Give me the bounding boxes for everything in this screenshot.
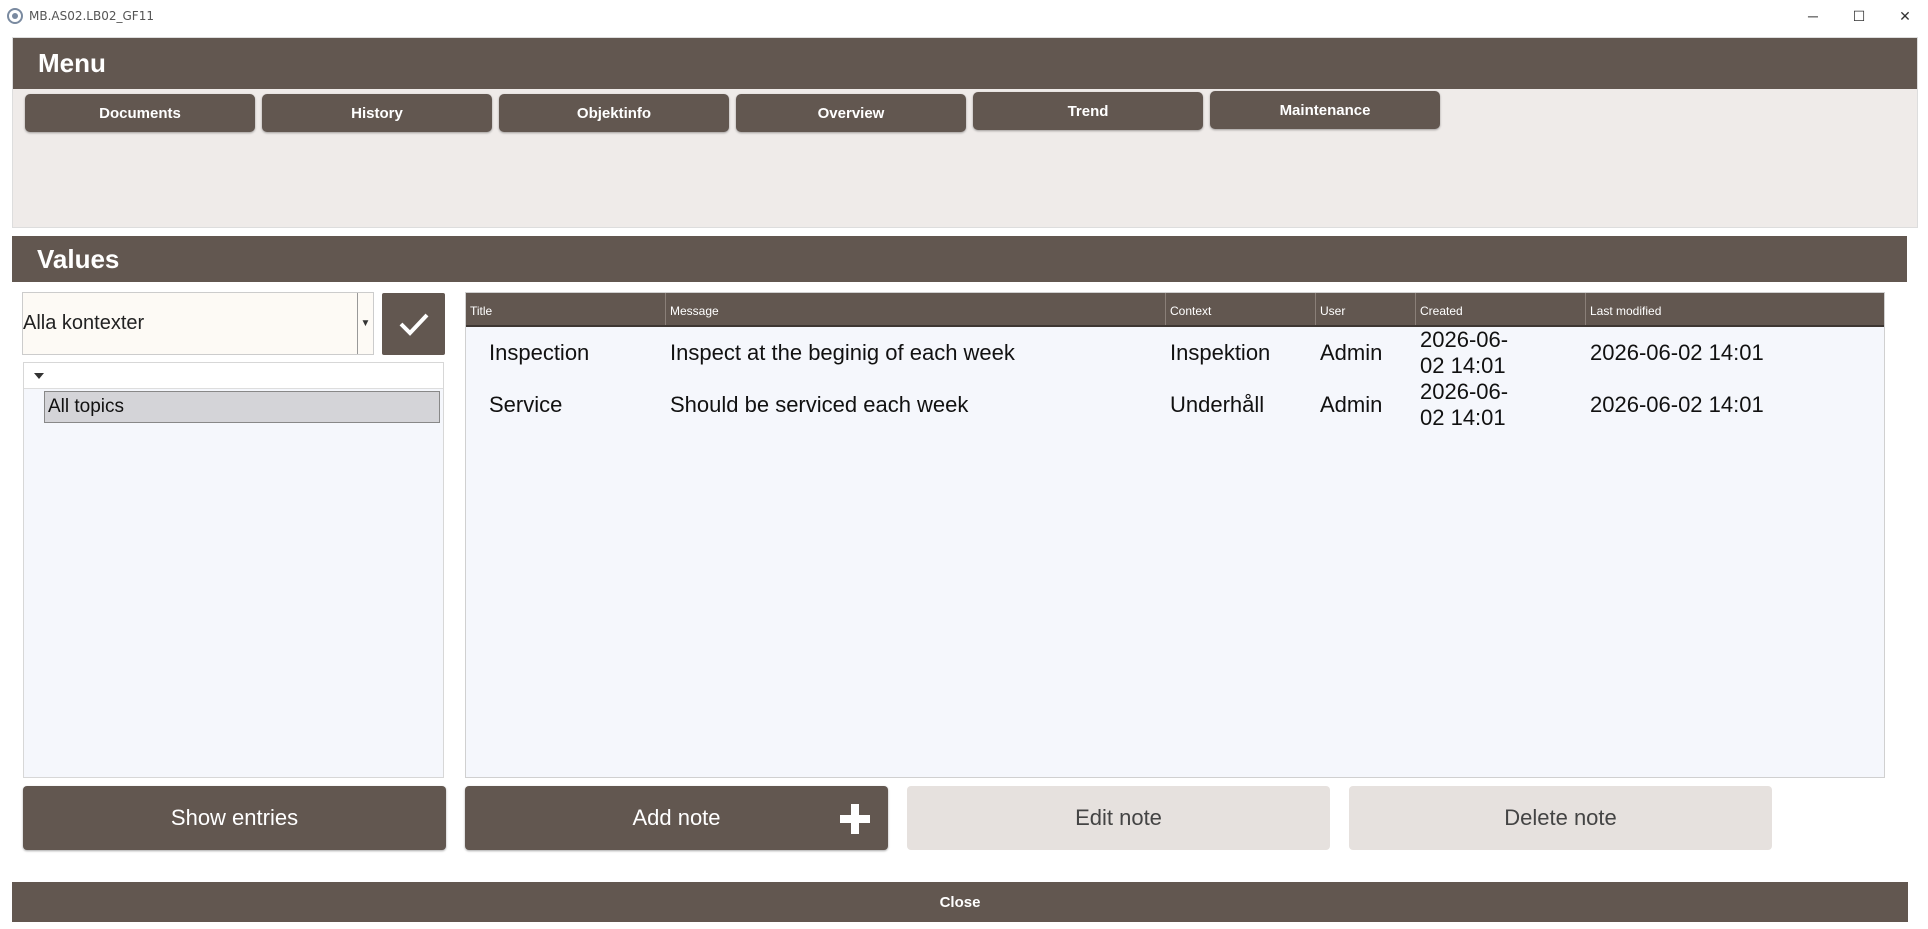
table-row[interactable]: Service Should be serviced each week Und… bbox=[466, 379, 1884, 431]
close-button[interactable]: Close bbox=[12, 882, 1908, 922]
plus-icon bbox=[840, 804, 870, 834]
cell-message: Should be serviced each week bbox=[670, 392, 969, 417]
cell-title: Service bbox=[489, 392, 563, 417]
expand-caret-icon[interactable] bbox=[34, 373, 44, 379]
cell-last-modified: 2026-06-02 14:01 bbox=[1590, 340, 1764, 365]
minimize-icon[interactable]: ─ bbox=[1790, 0, 1836, 32]
table-header: Title Message Context User Created Last … bbox=[466, 293, 1884, 327]
cell-user: Admin bbox=[1320, 392, 1383, 417]
column-header-created[interactable]: Created bbox=[1416, 293, 1586, 325]
values-panel: Values Alla kontexter ▼ All topics Title… bbox=[12, 236, 1918, 876]
notes-table: Title Message Context User Created Last … bbox=[465, 292, 1885, 778]
tree-expand-row[interactable] bbox=[24, 363, 443, 389]
menu-panel: Menu Documents History Objektinfo Overvi… bbox=[12, 37, 1918, 228]
window-title: MB.AS02.LB02_GF11 bbox=[29, 9, 154, 23]
column-header-title[interactable]: Title bbox=[466, 293, 666, 325]
column-header-message[interactable]: Message bbox=[666, 293, 1166, 325]
topic-tree[interactable]: All topics bbox=[23, 362, 444, 778]
column-header-context[interactable]: Context bbox=[1166, 293, 1316, 325]
cell-created: 2026-06-02 14:01 bbox=[1420, 379, 1509, 430]
add-note-label: Add note bbox=[632, 805, 721, 830]
maximize-icon[interactable]: ☐ bbox=[1836, 0, 1882, 32]
checkmark-icon bbox=[399, 313, 428, 336]
table-row[interactable]: Inspection Inspect at the beginig of eac… bbox=[466, 327, 1884, 379]
context-select[interactable]: Alla kontexter ▼ bbox=[22, 292, 374, 355]
tab-objektinfo[interactable]: Objektinfo bbox=[499, 94, 729, 132]
cell-created: 2026-06-02 14:01 bbox=[1420, 327, 1509, 378]
tab-trend[interactable]: Trend bbox=[973, 92, 1203, 130]
cell-message: Inspect at the beginig of each week bbox=[670, 340, 1015, 365]
tab-overview[interactable]: Overview bbox=[736, 94, 966, 132]
window-controls: ─ ☐ ✕ bbox=[1790, 0, 1928, 32]
window-titlebar: MB.AS02.LB02_GF11 ─ ☐ ✕ bbox=[0, 0, 1928, 32]
values-header: Values bbox=[12, 236, 1907, 282]
cell-context: Underhåll bbox=[1170, 392, 1265, 417]
menu-header: Menu bbox=[13, 38, 1917, 89]
app-gear-icon bbox=[7, 8, 23, 24]
close-window-icon[interactable]: ✕ bbox=[1882, 0, 1928, 32]
cell-last-modified: 2026-06-02 14:01 bbox=[1590, 392, 1764, 417]
column-header-last-modified[interactable]: Last modified bbox=[1586, 293, 1884, 325]
dropdown-arrow-icon[interactable]: ▼ bbox=[357, 293, 373, 354]
delete-note-button[interactable]: Delete note bbox=[1349, 786, 1772, 850]
tab-history[interactable]: History bbox=[262, 94, 492, 132]
tab-maintenance[interactable]: Maintenance bbox=[1210, 91, 1440, 129]
tab-documents[interactable]: Documents bbox=[25, 94, 255, 132]
apply-context-button[interactable] bbox=[382, 293, 445, 355]
cell-title: Inspection bbox=[489, 340, 590, 365]
show-entries-button[interactable]: Show entries bbox=[23, 786, 446, 850]
column-header-user[interactable]: User bbox=[1316, 293, 1416, 325]
edit-note-button[interactable]: Edit note bbox=[907, 786, 1330, 850]
tree-item-all-topics[interactable]: All topics bbox=[44, 391, 440, 423]
context-select-value: Alla kontexter bbox=[23, 312, 145, 334]
cell-context: Inspektion bbox=[1170, 340, 1271, 365]
add-note-button[interactable]: Add note bbox=[465, 786, 888, 850]
cell-user: Admin bbox=[1320, 340, 1383, 365]
